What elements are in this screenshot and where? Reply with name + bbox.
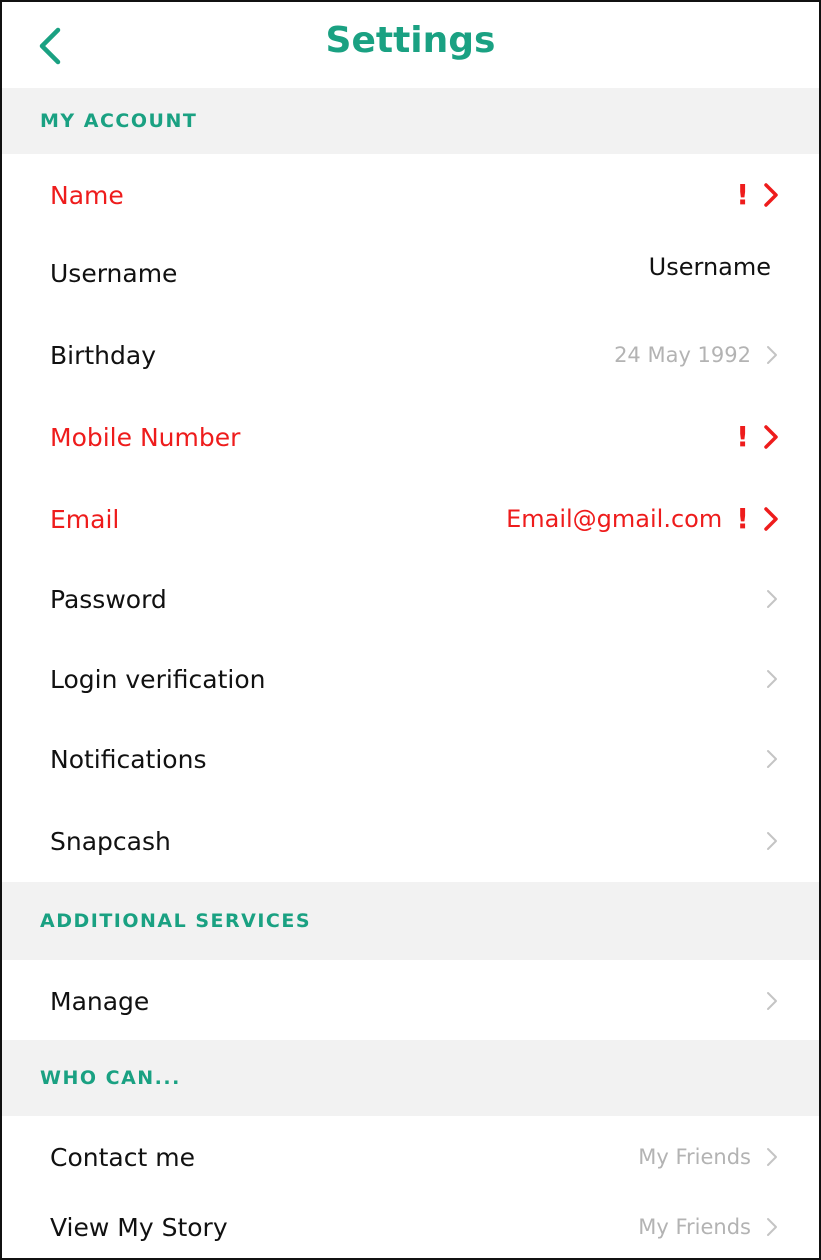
row-label-name: Name bbox=[50, 180, 124, 210]
row-accessory bbox=[765, 830, 779, 852]
row-accessory: My Friends bbox=[638, 1215, 779, 1239]
chevron-right-icon bbox=[767, 1218, 777, 1236]
settings-screen: Settings MY ACCOUNT Name ! Username User… bbox=[0, 0, 821, 1260]
birthday-value: 24 May 1992 bbox=[614, 343, 751, 367]
settings-row-birthday[interactable]: Birthday 24 May 1992 bbox=[2, 314, 819, 396]
row-label-email: Email bbox=[50, 504, 120, 534]
settings-row-login-verification[interactable]: Login verification bbox=[2, 638, 819, 720]
settings-row-notifications[interactable]: Notifications bbox=[2, 718, 819, 800]
alert-icon: ! bbox=[736, 420, 749, 453]
section-header-my-account: MY ACCOUNT bbox=[2, 88, 819, 154]
row-accessory: ! bbox=[736, 423, 779, 451]
row-label-notifications: Notifications bbox=[50, 744, 207, 774]
row-accessory bbox=[765, 588, 779, 610]
row-accessory: ! bbox=[736, 181, 779, 209]
chevron-right-icon bbox=[767, 590, 777, 608]
page-title: Settings bbox=[325, 20, 496, 61]
row-label-username: Username bbox=[50, 258, 178, 288]
row-label-mobile-number: Mobile Number bbox=[50, 422, 241, 452]
row-label-birthday: Birthday bbox=[50, 340, 157, 370]
row-label-password: Password bbox=[50, 584, 167, 614]
settings-row-name[interactable]: Name ! bbox=[2, 154, 819, 236]
row-accessory bbox=[765, 748, 779, 770]
chevron-right-icon bbox=[764, 425, 778, 449]
row-label-login-verification: Login verification bbox=[50, 664, 266, 694]
settings-row-manage[interactable]: Manage bbox=[2, 960, 819, 1042]
chevron-right-icon bbox=[767, 670, 777, 688]
email-value: Email@gmail.com bbox=[506, 505, 723, 533]
view-my-story-value: My Friends bbox=[638, 1215, 751, 1239]
settings-row-email[interactable]: Email Email@gmail.com ! bbox=[2, 478, 819, 560]
row-accessory: 24 May 1992 bbox=[614, 343, 779, 367]
row-accessory bbox=[765, 668, 779, 690]
alert-icon: ! bbox=[736, 502, 749, 535]
alert-icon: ! bbox=[736, 178, 749, 211]
row-accessory: Email@gmail.com ! bbox=[506, 505, 779, 533]
settings-row-username[interactable]: Username Username bbox=[2, 232, 819, 314]
chevron-right-icon bbox=[767, 346, 777, 364]
row-label-contact-me: Contact me bbox=[50, 1142, 195, 1172]
settings-row-view-my-story[interactable]: View My Story My Friends bbox=[2, 1186, 819, 1258]
contact-me-value: My Friends bbox=[638, 1145, 751, 1169]
row-label-manage: Manage bbox=[50, 986, 150, 1016]
chevron-right-icon bbox=[767, 1148, 777, 1166]
chevron-right-icon bbox=[767, 832, 777, 850]
chevron-right-icon bbox=[767, 992, 777, 1010]
section-header-additional-services: ADDITIONAL SERVICES bbox=[2, 882, 819, 960]
row-label-snapcash: Snapcash bbox=[50, 826, 171, 856]
chevron-right-icon bbox=[767, 750, 777, 768]
settings-row-password[interactable]: Password bbox=[2, 558, 819, 640]
settings-row-snapcash[interactable]: Snapcash bbox=[2, 800, 819, 882]
chevron-right-icon bbox=[764, 183, 778, 207]
row-accessory bbox=[765, 990, 779, 1012]
row-accessory: My Friends bbox=[638, 1145, 779, 1169]
row-label-view-my-story: View My Story bbox=[50, 1212, 228, 1242]
username-value: Username bbox=[648, 253, 771, 281]
chevron-right-icon bbox=[764, 507, 778, 531]
header: Settings bbox=[2, 2, 819, 88]
section-header-who-can: WHO CAN... bbox=[2, 1040, 819, 1116]
settings-row-mobile-number[interactable]: Mobile Number ! bbox=[2, 396, 819, 478]
row-accessory: Username bbox=[649, 253, 771, 281]
